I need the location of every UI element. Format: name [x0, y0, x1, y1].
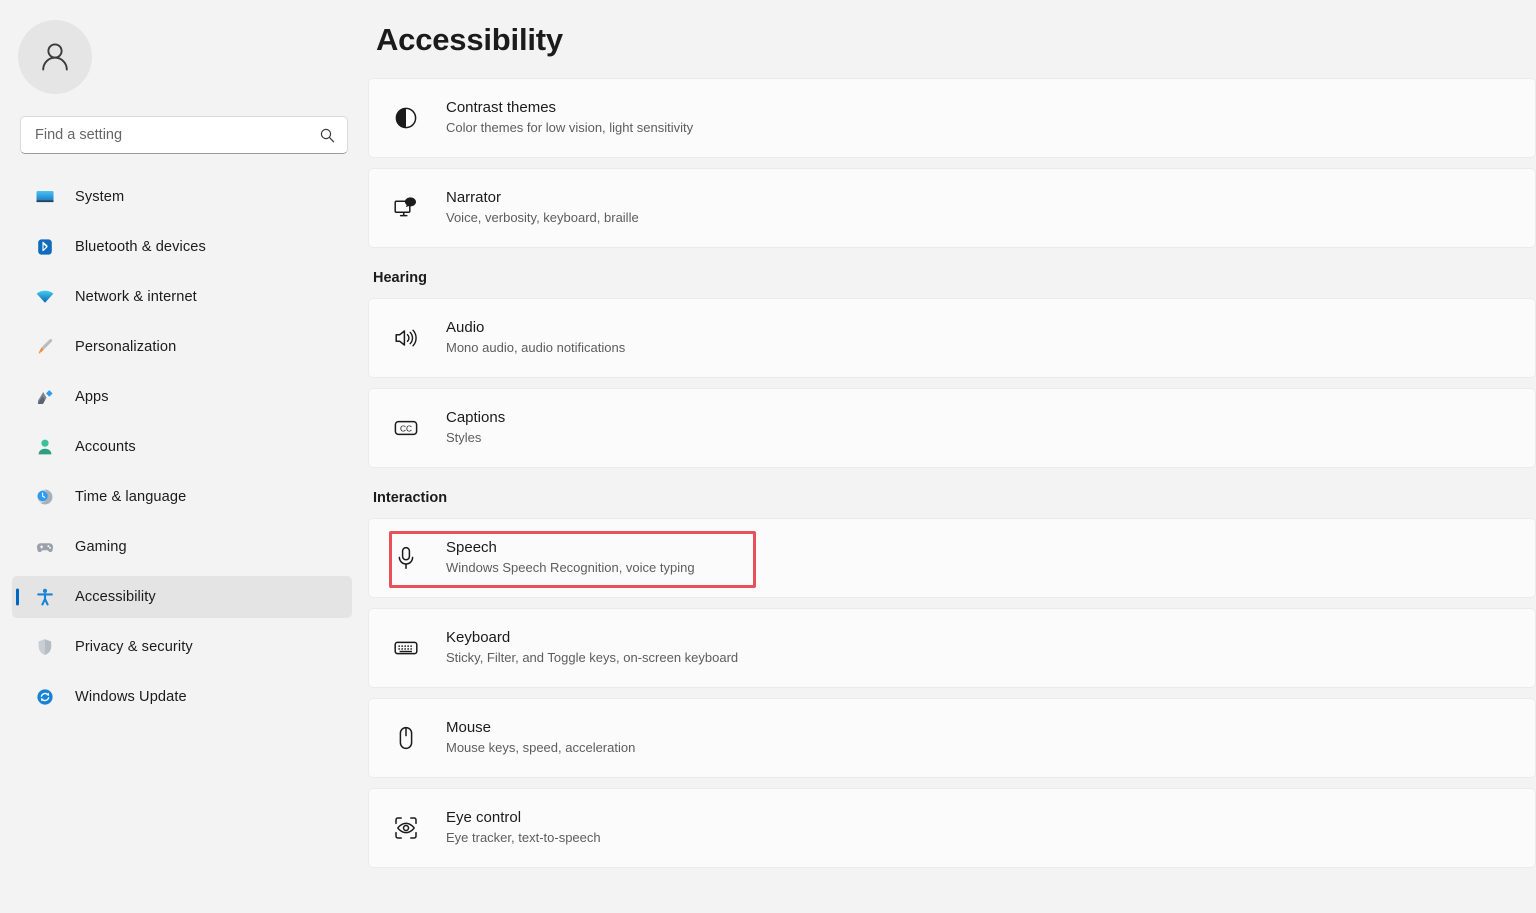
- sidebar-item-label: Accessibility: [75, 589, 156, 605]
- setting-card-title: Mouse: [446, 718, 492, 736]
- setting-card-text: Keyboard Sticky, Filter, and Toggle keys…: [446, 628, 738, 668]
- sidebar-item-label: Privacy & security: [75, 639, 193, 655]
- setting-card-subtitle: Mono audio, audio notifications: [446, 340, 626, 356]
- setting-card-mouse[interactable]: Mouse Mouse keys, speed, acceleration: [368, 698, 1536, 778]
- sidebar-item-label: Windows Update: [75, 689, 187, 705]
- closed-caption-icon: CC: [391, 413, 421, 443]
- setting-card-keyboard[interactable]: Keyboard Sticky, Filter, and Toggle keys…: [368, 608, 1536, 688]
- sidebar-item-windows-update[interactable]: Windows Update: [12, 676, 352, 718]
- sidebar: System Bluetooth & devices: [0, 0, 368, 913]
- search-icon[interactable]: [319, 127, 336, 144]
- setting-card-captions[interactable]: CC Captions Styles: [368, 388, 1536, 468]
- section-header-hearing: Hearing: [373, 270, 427, 286]
- sidebar-item-gaming[interactable]: Gaming: [12, 526, 352, 568]
- gamepad-icon: [34, 536, 56, 558]
- account-person-icon: [34, 436, 56, 458]
- setting-card-text: Narrator Voice, verbosity, keyboard, bra…: [446, 188, 639, 228]
- sidebar-item-label: Gaming: [75, 539, 127, 555]
- setting-card-title: Captions: [446, 408, 506, 426]
- sidebar-item-accessibility[interactable]: Accessibility: [12, 576, 352, 618]
- sidebar-item-label: Apps: [75, 389, 109, 405]
- narrator-monitor-speech-icon: [391, 193, 421, 223]
- setting-card-title: Speech: [446, 538, 497, 556]
- sidebar-item-accounts[interactable]: Accounts: [12, 426, 352, 468]
- speaker-volume-icon: [391, 323, 421, 353]
- setting-card-subtitle: Sticky, Filter, and Toggle keys, on-scre…: [446, 650, 739, 666]
- shield-icon: [34, 636, 56, 658]
- setting-card-text: Eye control Eye tracker, text-to-speech: [446, 808, 601, 848]
- avatar[interactable]: [18, 20, 92, 94]
- settings-list: Contrast themes Color themes for low vis…: [368, 78, 1536, 868]
- sidebar-item-label: Accounts: [75, 439, 136, 455]
- contrast-circle-icon: [391, 103, 421, 133]
- sidebar-item-label: System: [75, 189, 125, 205]
- sidebar-item-label: Bluetooth & devices: [75, 239, 206, 255]
- wifi-icon: [34, 286, 56, 308]
- setting-card-text: Audio Mono audio, audio notifications: [446, 318, 625, 358]
- sidebar-item-system[interactable]: System: [12, 176, 352, 218]
- section-header-interaction: Interaction: [373, 490, 448, 506]
- microphone-icon: [391, 543, 421, 573]
- mouse-icon: [391, 723, 421, 753]
- page-title: Accessibility: [376, 22, 563, 57]
- setting-card-subtitle: Mouse keys, speed, acceleration: [446, 740, 636, 756]
- clock-globe-icon: [34, 486, 56, 508]
- eye-control-icon: [391, 813, 421, 843]
- sidebar-item-time-language[interactable]: Time & language: [12, 476, 352, 518]
- keyboard-icon: [391, 633, 421, 663]
- settings-window: System Bluetooth & devices: [0, 0, 1536, 913]
- sidebar-item-personalization[interactable]: Personalization: [12, 326, 352, 368]
- svg-text:CC: CC: [400, 424, 412, 434]
- setting-card-subtitle: Windows Speech Recognition, voice typing: [446, 560, 695, 576]
- setting-card-text: Speech Windows Speech Recognition, voice…: [446, 538, 695, 578]
- sidebar-item-bluetooth-devices[interactable]: Bluetooth & devices: [12, 226, 352, 268]
- setting-card-narrator[interactable]: Narrator Voice, verbosity, keyboard, bra…: [368, 168, 1536, 248]
- sidebar-item-label: Network & internet: [75, 289, 197, 305]
- monitor-icon: [34, 186, 56, 208]
- sidebar-item-label: Time & language: [75, 489, 187, 505]
- setting-card-subtitle: Voice, verbosity, keyboard, braille: [446, 210, 639, 226]
- main-content: Accessibility Contrast themes Color them…: [368, 0, 1536, 913]
- setting-card-title: Eye control: [446, 808, 522, 826]
- setting-card-eye-control[interactable]: Eye control Eye tracker, text-to-speech: [368, 788, 1536, 868]
- setting-card-title: Contrast themes: [446, 98, 557, 116]
- sidebar-item-apps[interactable]: Apps: [12, 376, 352, 418]
- search-input[interactable]: [35, 127, 319, 143]
- setting-card-text: Contrast themes Color themes for low vis…: [446, 98, 693, 138]
- paintbrush-icon: [34, 336, 56, 358]
- sidebar-item-privacy-security[interactable]: Privacy & security: [12, 626, 352, 668]
- search-container: [0, 94, 368, 154]
- setting-card-subtitle: Eye tracker, text-to-speech: [446, 830, 601, 846]
- setting-card-subtitle: Styles: [446, 430, 482, 446]
- sidebar-item-network-internet[interactable]: Network & internet: [12, 276, 352, 318]
- avatar-container: [0, 0, 368, 94]
- accessibility-person-icon: [34, 586, 56, 608]
- sidebar-nav: System Bluetooth & devices Network & int…: [0, 176, 368, 718]
- setting-card-subtitle: Color themes for low vision, light sensi…: [446, 120, 694, 136]
- sidebar-item-label: Personalization: [75, 339, 177, 355]
- setting-card-title: Narrator: [446, 188, 502, 206]
- setting-card-text: Mouse Mouse keys, speed, acceleration: [446, 718, 635, 758]
- setting-card-title: Audio: [446, 318, 485, 336]
- apps-icon: [34, 386, 56, 408]
- bluetooth-icon: [34, 236, 56, 258]
- setting-card-text: Captions Styles: [446, 408, 505, 448]
- setting-card-speech[interactable]: Speech Windows Speech Recognition, voice…: [368, 518, 1536, 598]
- setting-card-audio[interactable]: Audio Mono audio, audio notifications: [368, 298, 1536, 378]
- update-refresh-icon: [34, 686, 56, 708]
- search-box[interactable]: [20, 116, 348, 154]
- setting-card-contrast-themes[interactable]: Contrast themes Color themes for low vis…: [368, 78, 1536, 158]
- person-avatar-icon: [42, 43, 68, 71]
- setting-card-title: Keyboard: [446, 628, 511, 646]
